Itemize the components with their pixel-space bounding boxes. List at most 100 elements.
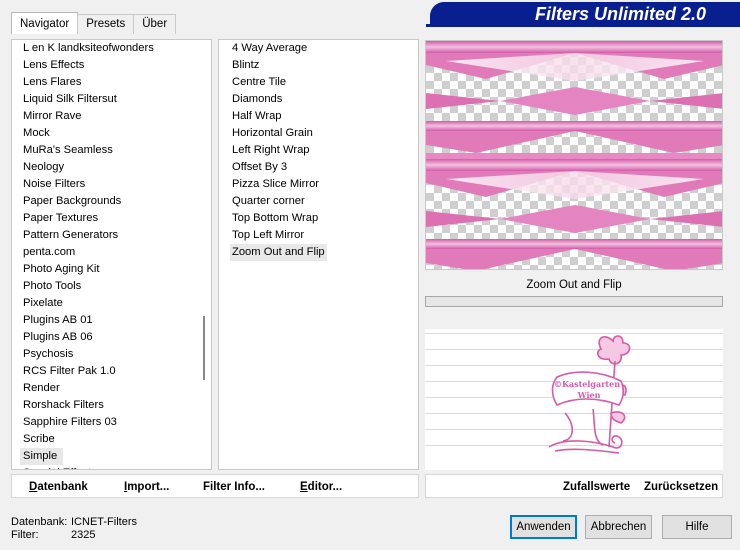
status-filter-count: Filter: 2325 [11,529,95,541]
category-item[interactable]: Special Effects [12,465,211,469]
category-item[interactable]: Psychosis [12,346,211,363]
category-list[interactable]: L en K landksiteofwonders Lens Effects Len… [11,39,212,470]
list-item-label: Simple [20,448,64,465]
category-item[interactable]: penta.com [12,244,211,261]
tab-strip: Navigator Presets Über [11,12,177,34]
filter-item[interactable]: Horizontal Grain [219,125,418,142]
logo-text-line1: ©Kastelgarten [554,379,620,389]
filter-item[interactable]: Quarter corner [219,193,418,210]
ribbon-tails [562,408,604,446]
category-scrollbar-thumb[interactable] [203,316,205,380]
pattern-wedge [426,93,500,109]
reset-button[interactable]: Zurücksetzen [644,475,718,499]
pattern-wedge [650,93,722,109]
list-item-label: Centre Tile [232,76,287,88]
preview-pattern [426,41,722,269]
filter-item[interactable]: Pizza Slice Mirror [219,176,418,193]
list-item-label: Neology [23,161,65,173]
filter-item[interactable]: Blintz [219,57,418,74]
tab-navigator[interactable]: Navigator [11,12,79,34]
category-item[interactable]: Simple [12,448,211,465]
filter-item[interactable]: 4 Way Average [219,40,418,57]
rose-icon [596,335,631,365]
list-item-label: Sapphire Filters 03 [23,416,117,428]
list-item-label: Pixelate [23,297,63,309]
list-item-label: Lens Flares [23,76,82,88]
category-item[interactable]: Pixelate [12,295,211,312]
import-button[interactable]: Import... [124,475,169,499]
category-item[interactable]: RCS Filter Pak 1.0 [12,363,211,380]
category-item[interactable]: Liquid Silk Filtersut [12,91,211,108]
database-button[interactable]: Datenbank [29,475,88,499]
list-item-label: Pizza Slice Mirror [232,178,320,190]
list-item-label: Plugins AB 06 [23,331,93,343]
status-database: Datenbank: ICNET-Filters [11,516,137,528]
list-item-label: Scribe [23,433,55,445]
filter-item[interactable]: Centre Tile [219,74,418,91]
list-item-label: Pattern Generators [23,229,119,241]
category-item[interactable]: Plugins AB 06 [12,329,211,346]
category-item[interactable]: L en K landksiteofwonders [12,40,211,57]
filter-item[interactable]: Top Bottom Wrap [219,210,418,227]
category-item[interactable]: Sapphire Filters 03 [12,414,211,431]
logo-area: ©Kastelgarten Wien [425,329,723,470]
list-item-label: Left Right Wrap [232,144,310,156]
category-item[interactable]: Pattern Generators [12,227,211,244]
pattern-wedge [575,131,722,153]
selected-filter-name: Zoom Out and Flip [526,279,622,291]
category-item[interactable]: Paper Textures [12,210,211,227]
pattern-diamond [500,87,650,115]
category-item[interactable]: Rorshack Filters [12,397,211,414]
category-item[interactable]: Paper Backgrounds [12,193,211,210]
list-item-label: Paper Textures [23,212,99,224]
list-item-label: RCS Filter Pak 1.0 [23,365,116,377]
list-item-label: 4 Way Average [232,42,308,54]
category-item[interactable]: Photo Tools [12,278,211,295]
list-item-label: MuRa's Seamless [23,144,113,156]
pattern-band [426,121,722,131]
list-item-label: Paper Backgrounds [23,195,122,207]
help-button[interactable]: Hilfe [662,515,732,539]
list-item-label: Top Left Mirror [232,229,305,241]
list-item-label: Diamonds [232,93,283,105]
category-item[interactable]: MuRa's Seamless [12,142,211,159]
filter-item[interactable]: Top Left Mirror [219,227,418,244]
category-item[interactable]: Lens Effects [12,57,211,74]
category-item[interactable]: Render [12,380,211,397]
apply-button[interactable]: Anwenden [510,515,577,539]
list-item-label: Plugins AB 01 [23,314,93,326]
category-item[interactable]: Neology [12,159,211,176]
cancel-button[interactable]: Abbrechen [585,515,652,539]
category-item[interactable]: Lens Flares [12,74,211,91]
filter-item[interactable]: Offset By 3 [219,159,418,176]
list-item-label: Photo Tools [23,280,82,292]
filter-info-button[interactable]: Filter Info... [203,475,265,499]
category-item[interactable]: Mock [12,125,211,142]
category-scrollbar[interactable] [196,40,211,469]
random-values-button[interactable]: Zufallswerte [563,475,630,499]
list-item-label: L en K landksiteofwonders [23,42,154,54]
category-item[interactable]: Noise Filters [12,176,211,193]
tab-presets[interactable]: Presets [77,14,135,34]
filter-list[interactable]: 4 Way Average Blintz Centre Tile Diamonds Ha… [218,39,419,470]
editor-button[interactable]: Editor... [300,475,342,499]
filter-item[interactable]: Half Wrap [219,108,418,125]
category-item[interactable]: Mirror Rave [12,108,211,125]
status-database-value: ICNET-Filters [71,516,137,528]
filter-item[interactable]: Left Right Wrap [219,142,418,159]
status-filter-value: 2325 [71,529,96,541]
category-item[interactable]: Photo Aging Kit [12,261,211,278]
list-item-label: Render [23,382,60,394]
category-item[interactable]: Plugins AB 01 [12,312,211,329]
leaf-icon [610,411,626,424]
kastelgarten-logo: ©Kastelgarten Wien [548,335,631,454]
filter-item[interactable]: Zoom Out and Flip [219,244,418,261]
category-list-items: L en K landksiteofwonders Lens Effects Len… [12,40,211,469]
list-item-label: Half Wrap [232,110,282,122]
pattern-band [426,41,722,53]
category-item[interactable]: Scribe [12,431,211,448]
list-item-label: penta.com [23,246,76,258]
tab-about[interactable]: Über [133,14,177,34]
filter-item[interactable]: Diamonds [219,91,418,108]
list-item-label: Lens Effects [23,59,85,71]
